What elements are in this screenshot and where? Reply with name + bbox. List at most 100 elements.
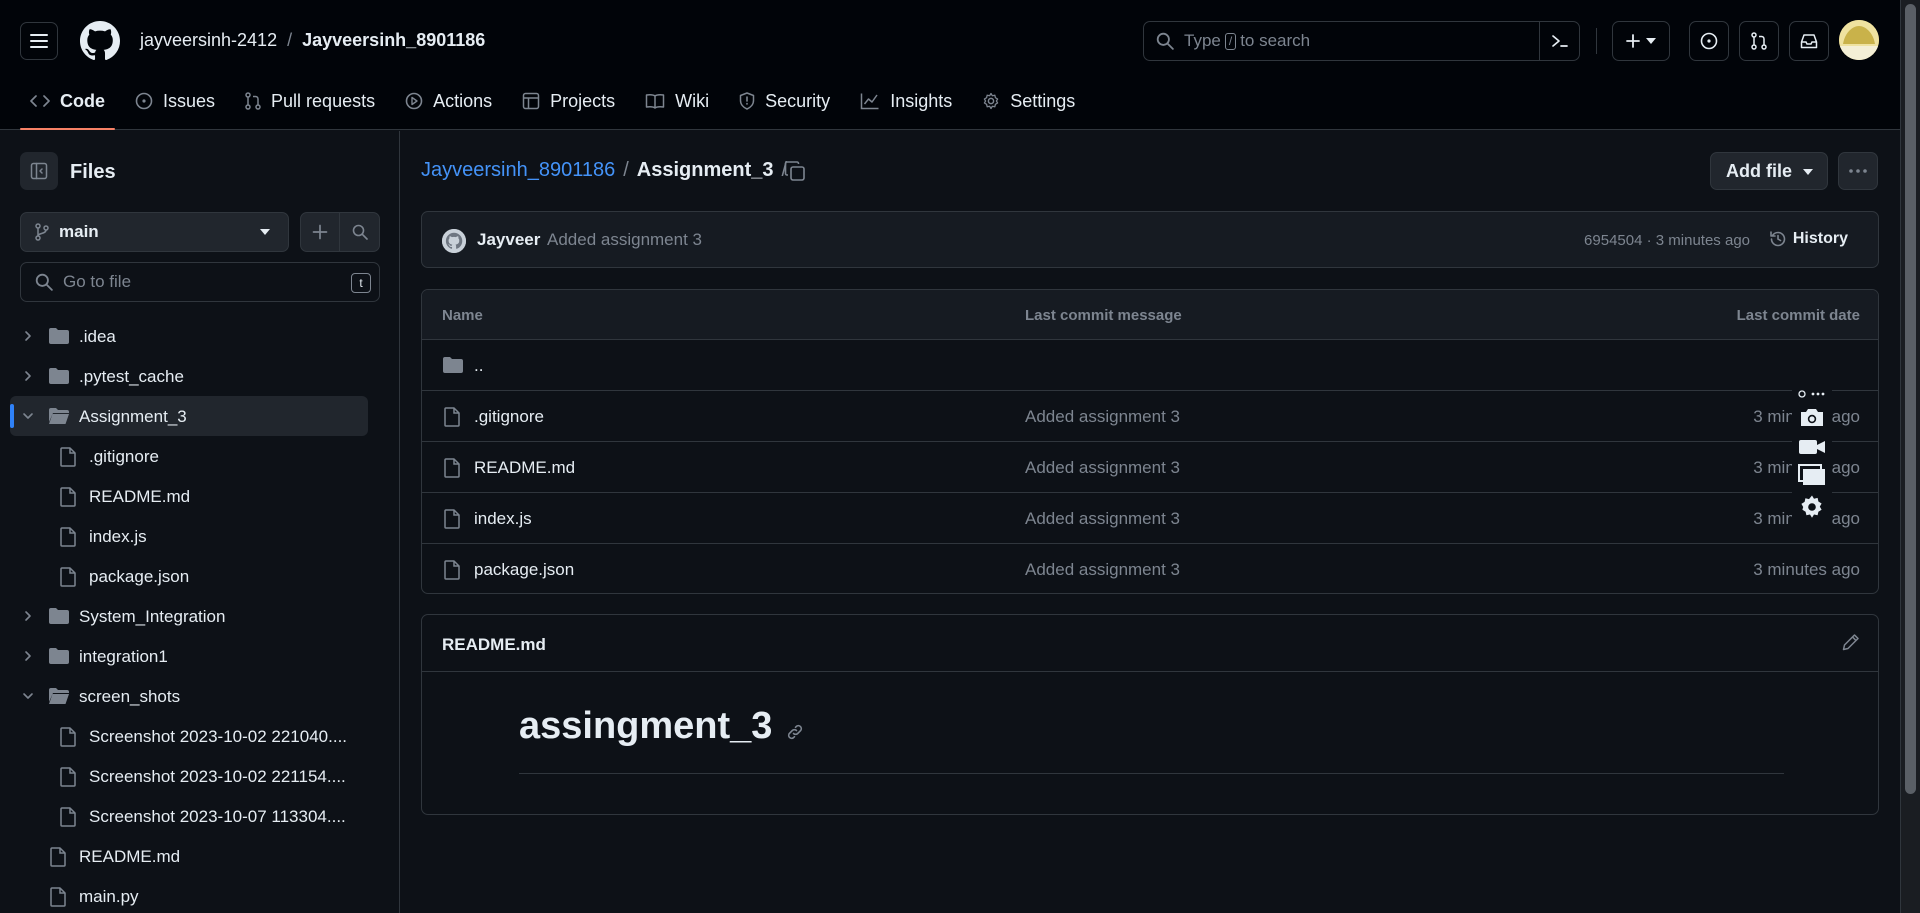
tab-code[interactable]: Code	[20, 80, 115, 130]
files-title: Files	[70, 161, 116, 183]
tree-item-file[interactable]: Screenshot 2023-10-07 113304....	[0, 796, 400, 836]
video-camera-icon[interactable]	[1798, 438, 1826, 456]
file-icon	[444, 458, 460, 478]
chevron-right-icon	[25, 651, 31, 661]
user-avatar[interactable]	[1839, 20, 1879, 60]
tab-insights[interactable]: Insights	[850, 80, 962, 122]
tree-item-folder[interactable]: .pytest_cache	[0, 356, 400, 396]
issues-button[interactable]	[1689, 21, 1729, 61]
link-icon[interactable]	[786, 723, 804, 741]
tab-issues[interactable]: Issues	[125, 80, 225, 122]
tree-item-file[interactable]: README.md	[0, 836, 400, 876]
file-name-link[interactable]: README.md	[474, 458, 575, 478]
tab-actions[interactable]: Actions	[395, 80, 502, 122]
page-scrollbar[interactable]	[1900, 0, 1920, 913]
shield-icon	[739, 92, 755, 110]
tab-pull-requests[interactable]: Pull requests	[235, 80, 385, 122]
commit-message[interactable]: Added assignment 3	[547, 230, 702, 250]
folder-icon	[443, 357, 463, 373]
tree-item-file[interactable]: Screenshot 2023-10-02 221154....	[0, 756, 400, 796]
file-name-link[interactable]: package.json	[474, 560, 574, 580]
header-divider	[1596, 28, 1597, 54]
tree-item-label: System_Integration	[79, 607, 226, 626]
file-commit-message[interactable]: Added assignment 3	[1025, 458, 1180, 478]
tab-insights-label: Insights	[890, 90, 953, 111]
tab-code-label: Code	[60, 90, 105, 111]
file-name-link[interactable]: index.js	[474, 509, 532, 529]
go-to-file-input[interactable]: Go to file t	[20, 262, 380, 302]
tree-item-folder[interactable]: .idea	[0, 316, 400, 356]
tree-item-folder[interactable]: System_Integration	[0, 596, 400, 636]
tree-item-folder-selected[interactable]: Assignment_3	[10, 396, 368, 436]
tree-item-label: screen_shots	[79, 687, 181, 706]
parent-directory-link[interactable]: ..	[474, 356, 483, 376]
tree-item-label: Screenshot 2023-10-07 113304....	[89, 807, 346, 826]
scrollbar-thumb[interactable]	[1905, 4, 1916, 794]
create-new-button[interactable]	[1612, 21, 1670, 61]
file-name-link[interactable]: .gitignore	[474, 407, 544, 427]
branch-selector[interactable]: main	[20, 212, 289, 252]
owner-link[interactable]: jayveersinh-2412	[140, 30, 277, 51]
file-table: Name Last commit message Last commit dat…	[421, 289, 1879, 594]
tab-projects[interactable]: Projects	[512, 80, 625, 122]
tab-settings[interactable]: Settings	[972, 80, 1085, 122]
file-icon	[60, 487, 76, 507]
pull-requests-button[interactable]	[1739, 21, 1779, 61]
breadcrumb-current-folder: Assignment_3	[636, 159, 774, 181]
commit-author-name[interactable]: Jayveer	[477, 230, 540, 250]
breadcrumb-repo-link[interactable]: Jayveersinh_8901186	[421, 159, 615, 182]
commit-author-avatar[interactable]	[442, 229, 466, 253]
tree-item-file[interactable]: main.py	[0, 876, 400, 913]
tree-item-file[interactable]: README.md	[0, 476, 400, 516]
history-button[interactable]: History	[1769, 230, 1848, 248]
file-icon	[444, 509, 460, 529]
file-commit-message[interactable]: Added assignment 3	[1025, 509, 1180, 529]
add-file-button[interactable]: Add file	[1710, 152, 1828, 190]
tree-item-file[interactable]: package.json	[0, 556, 400, 596]
tree-item-folder[interactable]: screen_shots	[0, 676, 400, 716]
gear-icon[interactable]	[1799, 494, 1825, 520]
git-branch-icon	[35, 223, 49, 241]
inbox-button[interactable]	[1789, 21, 1829, 61]
file-commit-message[interactable]: Added assignment 3	[1025, 560, 1180, 580]
terminal-icon	[1551, 35, 1568, 47]
toolbar-handle-icon[interactable]	[1797, 388, 1827, 400]
table-row-parent[interactable]: ..	[422, 340, 1878, 391]
table-row[interactable]: package.json Added assignment 3 3 minute…	[422, 544, 1878, 593]
table-row[interactable]: index.js Added assignment 3 3 minutes ag…	[422, 493, 1878, 544]
tree-item-folder[interactable]: integration1	[0, 636, 400, 676]
top-header: jayveersinh-2412 / Jayveersinh_8901186 T…	[0, 0, 1900, 130]
table-row[interactable]: README.md Added assignment 3 3 minutes a…	[422, 442, 1878, 493]
camera-icon[interactable]	[1799, 406, 1825, 428]
tree-item-file[interactable]: index.js	[0, 516, 400, 556]
search-placeholder-prefix: Type	[1184, 31, 1221, 50]
plus-icon	[1626, 34, 1640, 48]
menu-button[interactable]	[20, 22, 58, 60]
more-options-button[interactable]	[1838, 152, 1878, 190]
window-capture-icon[interactable]	[1798, 464, 1826, 486]
search-shortcut-key: /	[1224, 32, 1237, 50]
search-input[interactable]: Type / to search	[1143, 21, 1580, 61]
copy-path-button[interactable]	[784, 160, 806, 182]
commit-sha-time[interactable]: 6954504 · 3 minutes ago	[1584, 232, 1750, 249]
table-row[interactable]: .gitignore Added assignment 3 3 minutes …	[422, 391, 1878, 442]
tab-wiki-label: Wiki	[675, 90, 710, 111]
tab-wiki[interactable]: Wiki	[635, 80, 719, 122]
add-file-sidebar-button[interactable]	[301, 213, 341, 251]
file-icon	[60, 767, 76, 787]
file-commit-message[interactable]: Added assignment 3	[1025, 407, 1180, 427]
tree-item-file[interactable]: Screenshot 2023-10-02 221040....	[0, 716, 400, 756]
edit-readme-button[interactable]	[1842, 633, 1860, 651]
search-files-button[interactable]	[340, 213, 379, 251]
caret-down-icon	[1646, 38, 1656, 44]
command-palette-button[interactable]	[1539, 22, 1579, 60]
tab-security[interactable]: Security	[729, 80, 840, 122]
book-icon	[645, 93, 665, 109]
repo-link[interactable]: Jayveersinh_8901186	[302, 30, 485, 51]
tab-issues-label: Issues	[163, 90, 216, 111]
readme-title[interactable]: README.md	[442, 635, 546, 655]
tree-item-file[interactable]: .gitignore	[0, 436, 400, 476]
github-logo[interactable]	[80, 21, 120, 61]
collapse-sidebar-button[interactable]	[20, 152, 58, 190]
readme-panel: README.md assingment_3	[421, 614, 1879, 815]
